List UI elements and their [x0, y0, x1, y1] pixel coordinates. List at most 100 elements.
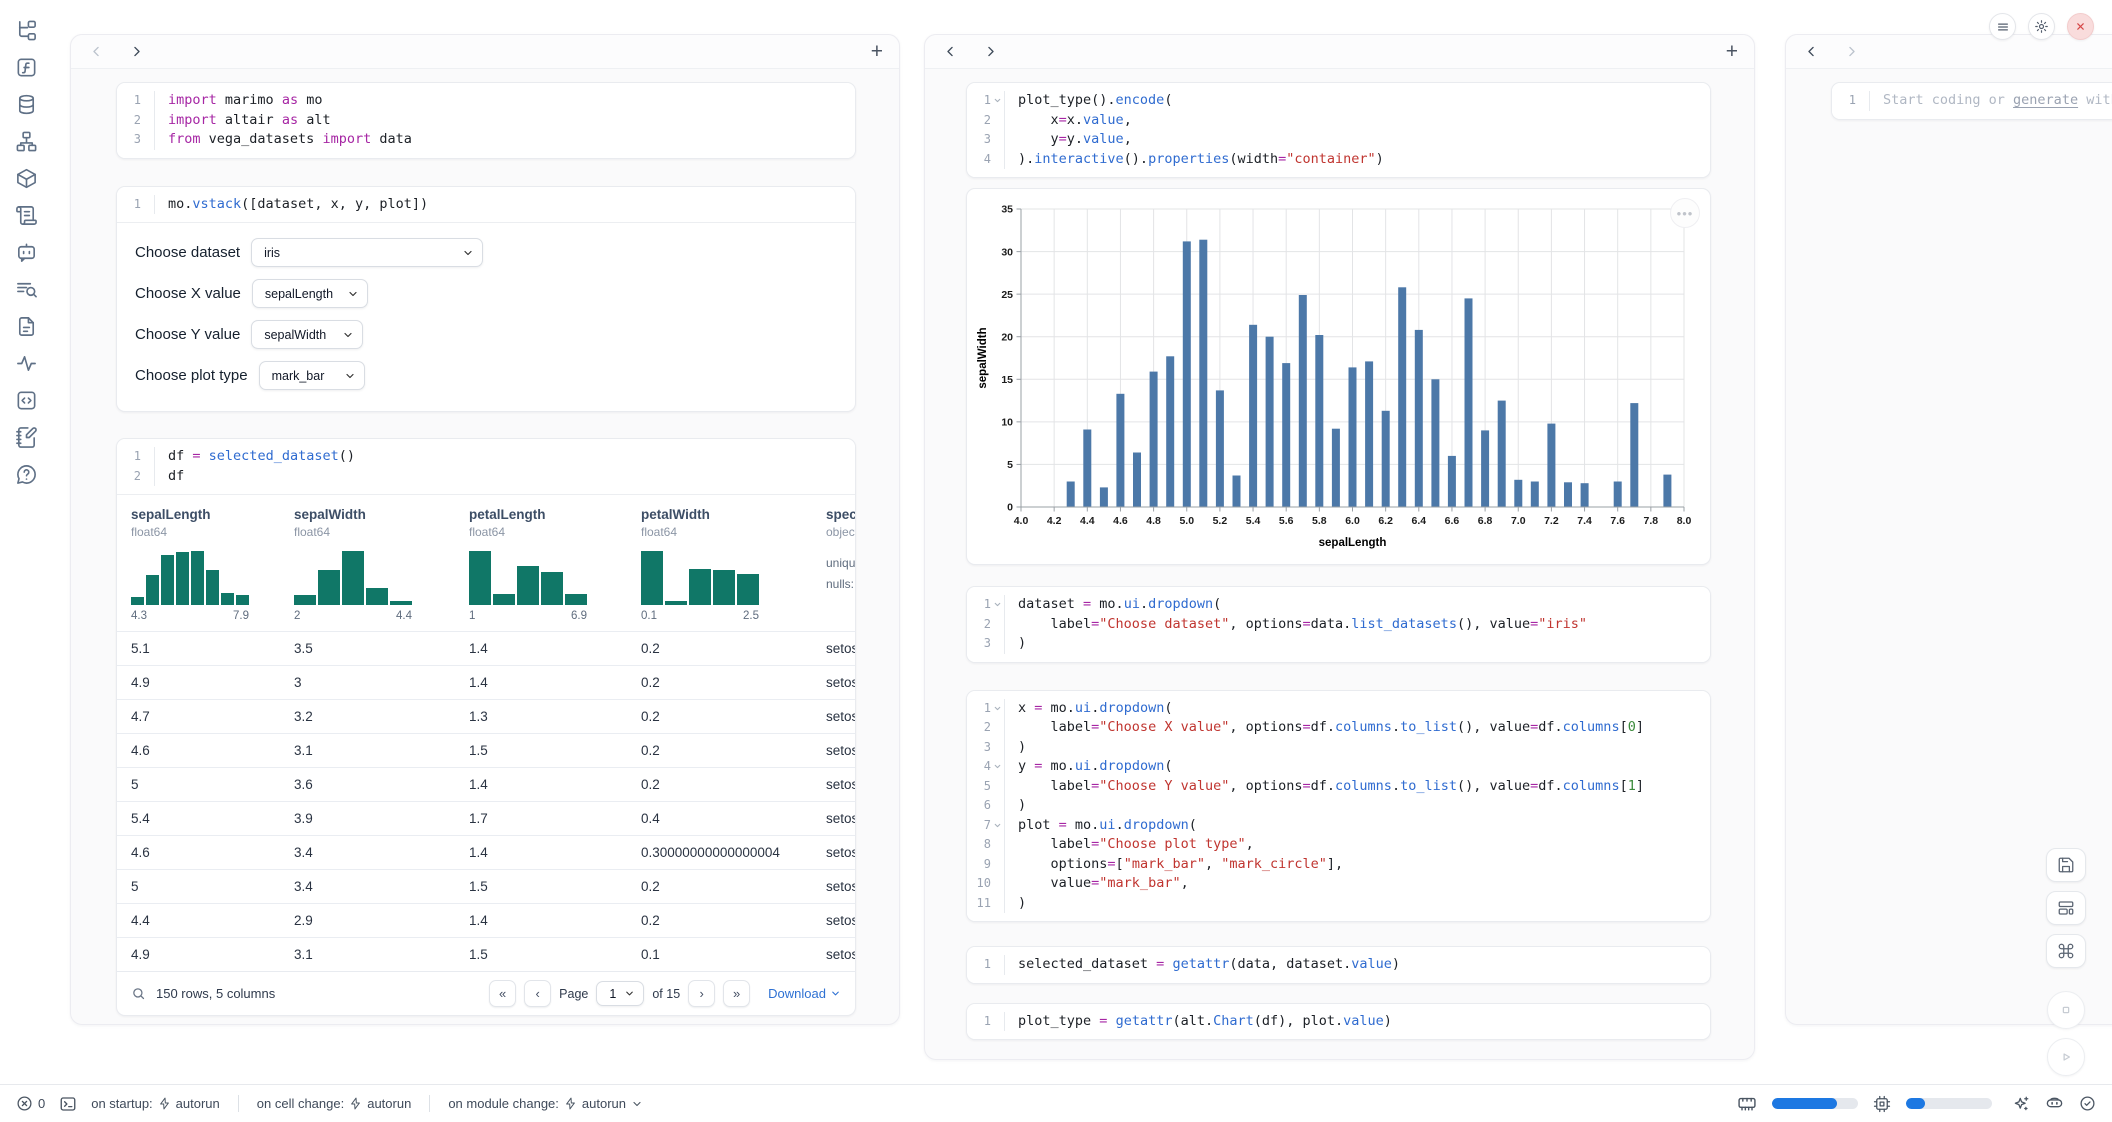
svg-text:10: 10 — [1001, 417, 1013, 429]
fold-chevron-icon[interactable] — [991, 595, 1004, 615]
code-cell-selected-dataset[interactable]: 1selected_dataset = getattr(data, datase… — [966, 946, 1711, 984]
file-tree-icon[interactable] — [14, 18, 38, 42]
code-cell-plot-type[interactable]: 1plot_type = getattr(alt.Chart(df), plot… — [966, 1003, 1711, 1041]
column-prev-icon[interactable] — [1802, 43, 1820, 61]
altair-chart[interactable]: 4.04.24.44.64.85.05.25.45.65.86.06.26.46… — [975, 201, 1702, 556]
dataset-select[interactable]: iris — [251, 238, 483, 267]
download-button[interactable]: Download — [768, 986, 841, 1001]
chat-icon[interactable] — [14, 240, 38, 264]
close-icon[interactable] — [2067, 13, 2094, 40]
scratchpad-icon[interactable] — [14, 425, 38, 449]
first-page-button[interactable]: « — [489, 980, 516, 1007]
plot-type-select[interactable]: mark_bar — [259, 361, 365, 390]
code-line: 3) — [967, 634, 1710, 654]
page-select[interactable]: 1 — [596, 981, 644, 1006]
packages-icon[interactable] — [14, 166, 38, 190]
table-row: 5.43.91.70.4setosa — [117, 801, 855, 835]
code-line: 1import marimo as mo — [117, 91, 855, 111]
column-header-sepalWidth[interactable]: sepalWidthfloat6424.4 — [282, 507, 457, 631]
svg-text:6.4: 6.4 — [1411, 515, 1426, 527]
table-row: 5.13.51.40.2setosa — [117, 631, 855, 665]
code-cell-vstack[interactable]: 1mo.vstack([dataset, x, y, plot]) Choose… — [116, 186, 856, 413]
next-page-button[interactable]: › — [688, 980, 715, 1007]
table-row: 53.41.50.2setosa — [117, 869, 855, 903]
chart-output-cell: 4.04.24.44.64.85.05.25.45.65.86.06.26.46… — [966, 188, 1711, 565]
status-bar: 0 on startup: autorun on cell change: au… — [0, 1084, 2112, 1122]
on-module-change-setting[interactable]: on module change: autorun — [448, 1096, 643, 1111]
code-cell-imports[interactable]: 1import marimo as mo2import altair as al… — [116, 82, 856, 159]
search-icon[interactable] — [131, 986, 146, 1001]
last-page-button[interactable]: » — [723, 980, 750, 1007]
fold-gutter — [141, 467, 154, 487]
error-circle-icon — [16, 1095, 33, 1112]
svg-text:25: 25 — [1001, 289, 1013, 301]
code-placeholder[interactable]: Start coding or generate with AI. — [1869, 91, 2112, 111]
dependencies-icon[interactable] — [14, 129, 38, 153]
column-next-icon[interactable] — [1842, 43, 1860, 61]
connection-status-icon[interactable] — [2079, 1095, 2096, 1112]
column-header-sepalLength[interactable]: sepalLengthfloat644.37.9 — [119, 507, 282, 631]
code-cell-dataset-dropdown[interactable]: 1dataset = mo.ui.dropdown(2 label="Choos… — [966, 586, 1711, 663]
svg-text:4.6: 4.6 — [1113, 515, 1128, 527]
fold-chevron-icon[interactable] — [991, 757, 1004, 777]
tracing-icon[interactable] — [14, 351, 38, 375]
terminal-icon[interactable] — [59, 1095, 77, 1113]
table-footer: 150 rows, 5 columns « ‹ Page 1 of 15 › »… — [117, 971, 855, 1015]
prev-page-button[interactable]: ‹ — [524, 980, 551, 1007]
variables-icon[interactable] — [14, 55, 38, 79]
dropdown-label: Choose X value — [135, 285, 241, 302]
fold-gutter — [991, 615, 1004, 635]
memory-usage-bar — [1772, 1098, 1858, 1109]
on-cell-change-setting[interactable]: on cell change: autorun — [257, 1096, 412, 1111]
fold-gutter — [991, 796, 1004, 816]
command-palette-icon[interactable] — [2046, 934, 2086, 968]
add-cell-icon[interactable]: + — [871, 41, 883, 62]
code-line: 9 options=["mark_bar", "mark_circle"], — [967, 855, 1710, 875]
empty-code-cell[interactable]: 1 Start coding or generate with AI. — [1831, 82, 2112, 120]
code-line: 1plot_type = getattr(alt.Chart(df), plot… — [967, 1012, 1710, 1032]
run-icon[interactable] — [2047, 1038, 2085, 1076]
data-sources-icon[interactable] — [14, 92, 38, 116]
sparkles-icon[interactable] — [2012, 1095, 2030, 1113]
generate-with-ai-link[interactable]: generate — [2013, 92, 2078, 108]
code-cell-df[interactable]: 1df = selected_dataset()2df sepalLengthf… — [116, 438, 856, 1016]
column-next-icon[interactable] — [981, 43, 999, 61]
settings-gear-icon[interactable] — [2028, 13, 2055, 40]
column-prev-icon[interactable] — [87, 43, 105, 61]
stop-icon[interactable] — [2047, 991, 2085, 1029]
fold-gutter — [991, 738, 1004, 758]
column-header-species[interactable]: speciesobjectunique: 3nulls: 0 — [814, 507, 855, 631]
copilot-icon[interactable] — [2045, 1094, 2064, 1113]
save-icon[interactable] — [2046, 848, 2086, 882]
help-icon[interactable] — [14, 462, 38, 486]
column-header: + — [925, 35, 1754, 69]
documentation-icon[interactable] — [14, 314, 38, 338]
code-line: 5 label="Choose Y value", options=df.col… — [967, 777, 1710, 797]
errors-indicator[interactable]: 0 — [16, 1095, 45, 1112]
svg-text:5.6: 5.6 — [1279, 515, 1294, 527]
layout-icon[interactable] — [2046, 891, 2086, 925]
column-header-petalLength[interactable]: petalLengthfloat6416.9 — [457, 507, 629, 631]
logs-icon[interactable] — [14, 203, 38, 227]
code-line: 1selected_dataset = getattr(data, datase… — [967, 955, 1710, 975]
search-list-icon[interactable] — [14, 277, 38, 301]
notebook-actions — [2046, 848, 2086, 1076]
on-startup-setting[interactable]: on startup: autorun — [91, 1096, 220, 1111]
code-cell-xy-plot-dropdowns[interactable]: 1x = mo.ui.dropdown(2 label="Choose X va… — [966, 690, 1711, 923]
column-prev-icon[interactable] — [941, 43, 959, 61]
code-cell-plot-encode[interactable]: 1plot_type().encode(2 x=x.value,3 y=y.va… — [966, 82, 1711, 178]
fold-chevron-icon[interactable] — [991, 816, 1004, 836]
svg-text:20: 20 — [1001, 331, 1013, 343]
fold-chevron-icon[interactable] — [991, 699, 1004, 719]
y-value-select[interactable]: sepalWidth — [251, 320, 363, 349]
code-line: 1plot_type().encode( — [967, 91, 1710, 111]
menu-icon[interactable] — [1989, 13, 2016, 40]
fold-gutter — [991, 130, 1004, 150]
column-header-petalWidth[interactable]: petalWidthfloat640.12.5 — [629, 507, 814, 631]
add-cell-icon[interactable]: + — [1726, 41, 1738, 62]
column-next-icon[interactable] — [127, 43, 145, 61]
fold-chevron-icon[interactable] — [991, 91, 1004, 111]
snippets-icon[interactable] — [14, 388, 38, 412]
x-value-select[interactable]: sepalLength — [252, 279, 368, 308]
chart-menu-icon[interactable]: ••• — [1670, 198, 1700, 228]
